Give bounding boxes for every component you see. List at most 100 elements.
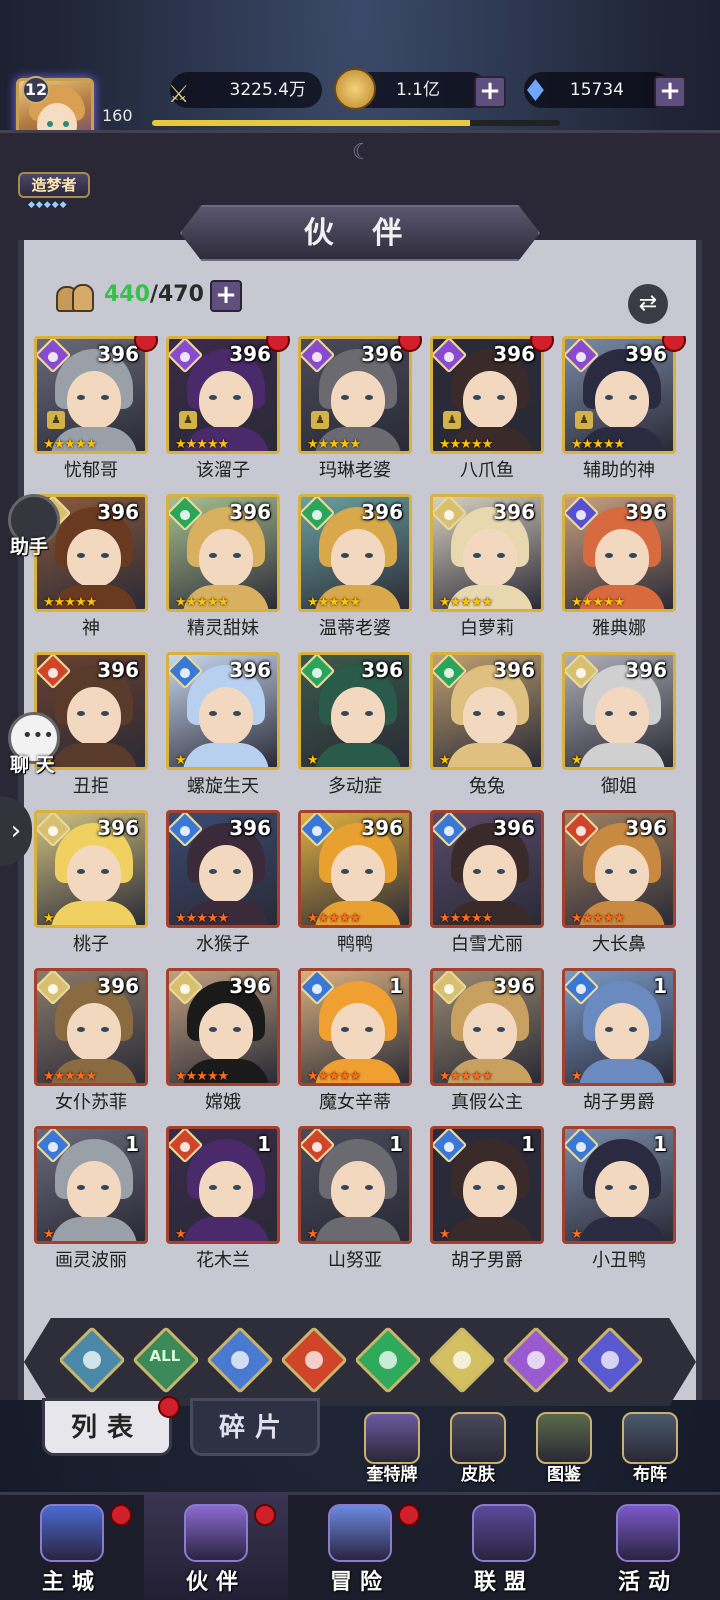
tool-button[interactable]: 布阵 <box>610 1410 690 1490</box>
companion-card[interactable]: 396 ★★★★★ 嫦娥 <box>166 968 280 1116</box>
companion-card[interactable]: 396 ♟ ★★★★★ 该溜子 <box>166 336 290 484</box>
companion-card[interactable]: 1 ★ 画灵波丽 <box>34 1126 148 1274</box>
companion-card[interactable]: 396 ★★★★★ 鸭鸭 <box>298 810 412 958</box>
nav-label: 主城 <box>41 1570 102 1595</box>
formation-chess-icon <box>622 1412 678 1464</box>
xp-fill <box>152 120 471 126</box>
companion-card[interactable]: 1 ★ 花木兰 <box>166 1126 280 1274</box>
compass-icon <box>328 1504 392 1562</box>
companion-name: 螺旋生天 <box>187 776 259 797</box>
companion-portrait: 396 ★ <box>430 652 544 770</box>
add-gems-button[interactable]: + <box>654 76 686 108</box>
companion-card[interactable]: 396 ★ 兔兔 <box>430 652 544 800</box>
companion-stars: ★ <box>175 753 187 768</box>
nav-notification-dot <box>110 1504 132 1526</box>
companion-name: 画灵波丽 <box>55 1250 127 1271</box>
chat-button[interactable]: ••• 聊 天 <box>4 712 64 776</box>
companion-portrait: 396 ♟ ★★★★★ <box>34 336 148 454</box>
companion-stars: ★★★★★ <box>571 437 625 452</box>
companion-card[interactable]: 396 ♟ ★★★★★ 辅助的神 <box>562 336 686 484</box>
companion-card[interactable]: 396 ★★★★★ 大长鼻 <box>562 810 676 958</box>
companion-card[interactable]: 396 ★ 桃子 <box>34 810 148 958</box>
companion-level: 396 <box>229 816 271 840</box>
companion-stars: ★ <box>307 753 319 768</box>
add-gold-button[interactable]: + <box>474 76 506 108</box>
companion-card[interactable]: 1 ★ 胡子男爵 <box>562 968 676 1116</box>
companion-name: 花木兰 <box>196 1250 250 1271</box>
skin-wardrobe-icon <box>450 1412 506 1464</box>
companions-icon <box>56 282 98 314</box>
companion-stars: ★★★★★ <box>307 911 361 926</box>
companion-card[interactable]: 396 ♟ ★★★★★ 忧郁哥 <box>34 336 158 484</box>
companion-portrait: 1 ★ <box>562 968 676 1086</box>
companion-level: 396 <box>625 500 667 524</box>
companion-card[interactable]: 396 ♟ ★★★★★ 玛琳老婆 <box>298 336 422 484</box>
capacity-count: /470 <box>149 282 204 307</box>
companion-level: 1 <box>653 1132 667 1156</box>
companion-stars: ★ <box>175 1227 187 1242</box>
companion-level: 396 <box>97 816 139 840</box>
gems-display: ♦ 15734 <box>522 72 672 109</box>
companion-level: 396 <box>361 816 403 840</box>
companion-portrait: 396 ★★★★★ <box>166 810 280 928</box>
companion-card[interactable]: 396 ★★★★★ 真假公主 <box>430 968 544 1116</box>
companion-level: 396 <box>361 658 403 682</box>
tool-button[interactable]: 图鉴 <box>524 1410 604 1490</box>
helper-label: 助手 <box>10 536 49 558</box>
companion-card[interactable]: 1 ★★★★★ 魔女辛蒂 <box>298 968 412 1116</box>
nav-label: 冒险 <box>329 1570 390 1595</box>
rank-pawn-icon: ♟ <box>47 411 65 429</box>
companion-portrait: 396 ♟ ★★★★★ <box>166 336 280 454</box>
companion-portrait: 396 ★★★★★ <box>34 968 148 1086</box>
player-level-badge: 12 <box>22 76 50 104</box>
companion-card[interactable]: 396 ★ 御姐 <box>562 652 676 800</box>
companion-card[interactable]: 396 ♟ ★★★★★ 八爪鱼 <box>430 336 554 484</box>
companion-card[interactable]: 396 ★★★★★ 白萝莉 <box>430 494 544 642</box>
companion-card[interactable]: 396 ★ 多动症 <box>298 652 412 800</box>
nav-label: 活动 <box>617 1570 678 1595</box>
tab-list[interactable]: 列表 <box>42 1398 172 1456</box>
companion-portrait: 396 ★ <box>34 810 148 928</box>
tool-button[interactable]: 皮肤 <box>438 1410 518 1490</box>
companion-name: 胡子男爵 <box>583 1092 655 1113</box>
nav-tab[interactable]: 活动 <box>576 1492 720 1600</box>
player-title-badge: 造梦者 <box>18 172 90 198</box>
companion-card[interactable]: 396 ★★★★★ 女仆苏菲 <box>34 968 148 1116</box>
companion-level: 396 <box>229 974 271 998</box>
companion-card[interactable]: 396 ★★★★★ 白雪尤丽 <box>430 810 544 958</box>
companion-name: 胡子男爵 <box>451 1250 523 1271</box>
tool-button[interactable]: 奎特牌 <box>352 1410 432 1490</box>
nav-notification-dot <box>398 1504 420 1526</box>
sort-swap-button[interactable]: ⇄ <box>628 284 668 324</box>
companion-stars: ★ <box>571 1227 583 1242</box>
nav-tab[interactable]: 联盟 <box>432 1492 576 1600</box>
nav-notification-dot <box>254 1504 276 1526</box>
companion-card[interactable]: 1 ★ 山努亚 <box>298 1126 412 1274</box>
expand-capacity-button[interactable]: + <box>210 280 242 312</box>
companion-card[interactable]: 1 ★ 胡子男爵 <box>430 1126 544 1274</box>
companion-level: 396 <box>493 342 535 366</box>
companion-name: 大长鼻 <box>592 934 646 955</box>
companion-card[interactable]: 396 ★ 螺旋生天 <box>166 652 280 800</box>
companion-stars: ★ <box>43 1227 55 1242</box>
companion-stars: ★★★★★ <box>175 437 229 452</box>
companion-stars: ★★★★★ <box>439 595 493 610</box>
companion-name: 兔兔 <box>469 776 505 797</box>
companion-stars: ★★★★★ <box>43 1069 97 1084</box>
companion-card[interactable]: 396 ★★★★★ 水猴子 <box>166 810 280 958</box>
companion-stars: ★ <box>43 911 55 926</box>
tab-fragments[interactable]: 碎片 <box>190 1398 320 1456</box>
companion-stars: ★ <box>307 1227 319 1242</box>
helper-button[interactable]: 助手 <box>4 494 64 558</box>
gems-value: 15734 <box>569 80 624 100</box>
companion-name: 忧郁哥 <box>64 460 118 481</box>
companion-card[interactable]: 396 ★★★★★ 温蒂老婆 <box>298 494 412 642</box>
companion-name: 真假公主 <box>451 1092 523 1113</box>
companion-level: 396 <box>97 658 139 682</box>
companion-card[interactable]: 396 ★★★★★ 雅典娜 <box>562 494 676 642</box>
companion-card[interactable]: 1 ★ 小丑鸭 <box>562 1126 676 1274</box>
companion-card[interactable]: 396 ★★★★★ 精灵甜妹 <box>166 494 280 642</box>
companion-level: 1 <box>125 1132 139 1156</box>
companion-level: 396 <box>625 658 667 682</box>
companion-portrait: 396 ♟ ★★★★★ <box>562 336 676 454</box>
